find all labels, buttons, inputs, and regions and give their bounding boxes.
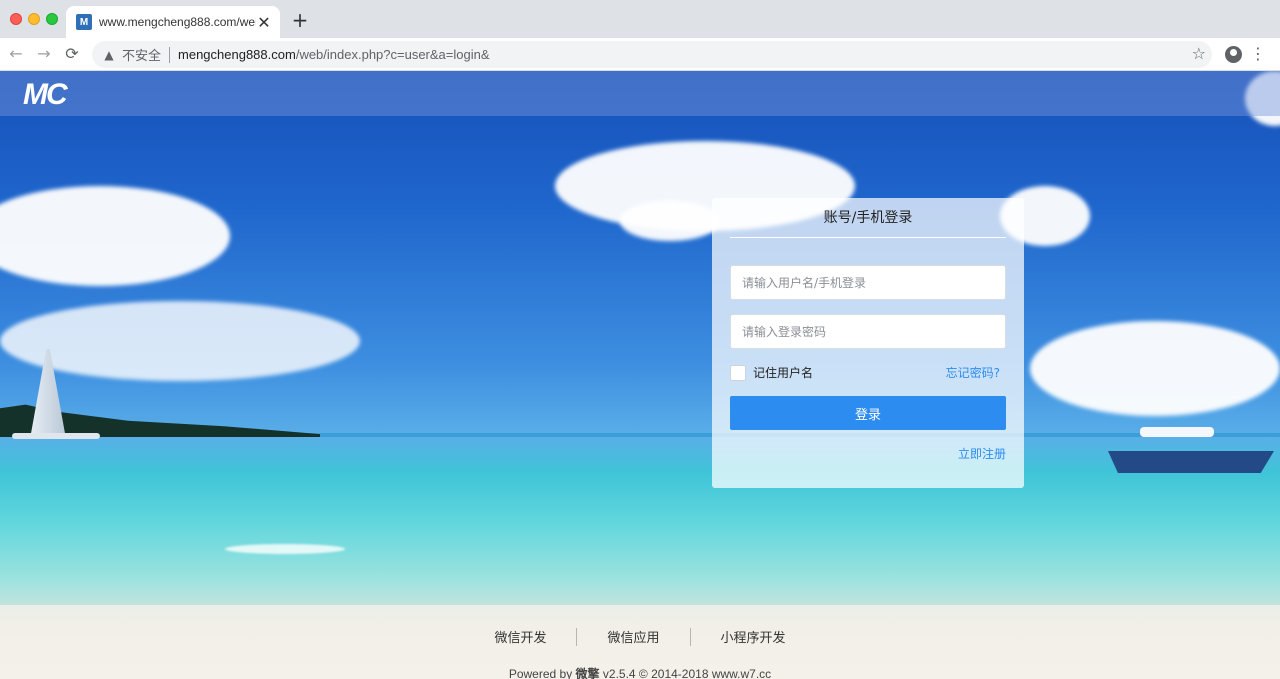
new-tab-icon[interactable]: +	[290, 10, 310, 30]
forward-arrow-icon[interactable]: →	[34, 44, 54, 64]
reload-icon[interactable]: ⟳	[62, 44, 82, 64]
window-close-button[interactable]	[10, 13, 22, 25]
login-title: 账号/手机登录	[730, 208, 1006, 238]
powered-by-brand[interactable]: 微擎	[576, 667, 600, 679]
site-header: MC	[0, 71, 1280, 116]
insecure-label[interactable]: 不安全	[122, 45, 161, 64]
remember-label: 记住用户名	[753, 366, 814, 380]
footer-links: 微信开发 微信应用 小程序开发	[0, 627, 1280, 646]
site-logo[interactable]: MC	[23, 80, 68, 110]
sailboat-hull	[12, 433, 100, 439]
forgot-password-link[interactable]: 忘记密码?	[946, 364, 1000, 381]
close-tab-icon[interactable]: ✕	[256, 13, 272, 32]
motorboat-canopy	[1140, 427, 1214, 437]
url-host: mengcheng888.com	[178, 47, 296, 62]
version-text: v2.5.4 © 2014-2018 www.w7.cc	[602, 667, 772, 679]
address-separator	[169, 46, 171, 63]
powered-by-label: Powered by	[508, 667, 573, 679]
window-minimize-button[interactable]	[28, 13, 40, 25]
browser-toolbar: ← → ⟳ ▲ 不安全 mengcheng888.com /web/index.…	[0, 38, 1280, 71]
background-cloud	[1030, 321, 1280, 416]
footer-link-wechat-dev[interactable]: 微信开发	[464, 627, 576, 646]
password-input[interactable]	[730, 314, 1006, 349]
remember-checkbox[interactable]	[730, 364, 746, 381]
motorboat-hull	[1108, 451, 1274, 473]
tab-title: www.mengcheng888.com/web/index.php?c=use…	[99, 15, 256, 29]
login-button[interactable]: 登录	[730, 396, 1006, 430]
browser-tab-bar: M www.mengcheng888.com/web/index.php?c=u…	[0, 0, 1280, 38]
browser-menu-icon[interactable]: ⋮	[1250, 44, 1266, 63]
site-footer: 微信开发 微信应用 小程序开发 Powered by 微擎 v2.5.4 © 2…	[0, 605, 1280, 679]
profile-avatar-icon[interactable]	[1225, 46, 1242, 63]
background-cloud	[0, 301, 360, 381]
back-arrow-icon[interactable]: ←	[6, 44, 26, 64]
url-path: /web/index.php?c=user&a=login&	[295, 47, 490, 62]
login-panel: 账号/手机登录 记住用户名 忘记密码? 登录 立即注册	[712, 198, 1024, 488]
site-favicon-icon: M	[76, 14, 92, 30]
login-page: MC 账号/手机登录 记住用户名 忘记密码? 登录 立即注册 微信开发 微信应用…	[0, 71, 1280, 679]
remember-username[interactable]: 记住用户名	[730, 364, 813, 381]
copyright-line: Powered by 微擎 v2.5.4 © 2014-2018 www.w7.…	[0, 665, 1280, 679]
footer-link-miniprogram-dev[interactable]: 小程序开发	[691, 627, 816, 646]
footer-link-wechat-apps[interactable]: 微信应用	[577, 627, 689, 646]
bookmark-star-icon[interactable]: ☆	[1192, 44, 1206, 63]
window-zoom-button[interactable]	[46, 13, 58, 25]
warning-icon[interactable]: ▲	[102, 48, 116, 62]
username-input[interactable]	[730, 265, 1006, 300]
browser-tab[interactable]: M www.mengcheng888.com/web/index.php?c=u…	[66, 6, 280, 38]
background-cloud	[620, 201, 720, 241]
shore-wave	[225, 544, 345, 554]
address-bar[interactable]: ▲ 不安全 mengcheng888.com /web/index.php?c=…	[92, 41, 1212, 68]
register-link[interactable]: 立即注册	[958, 445, 1006, 462]
background-cloud	[0, 186, 230, 286]
